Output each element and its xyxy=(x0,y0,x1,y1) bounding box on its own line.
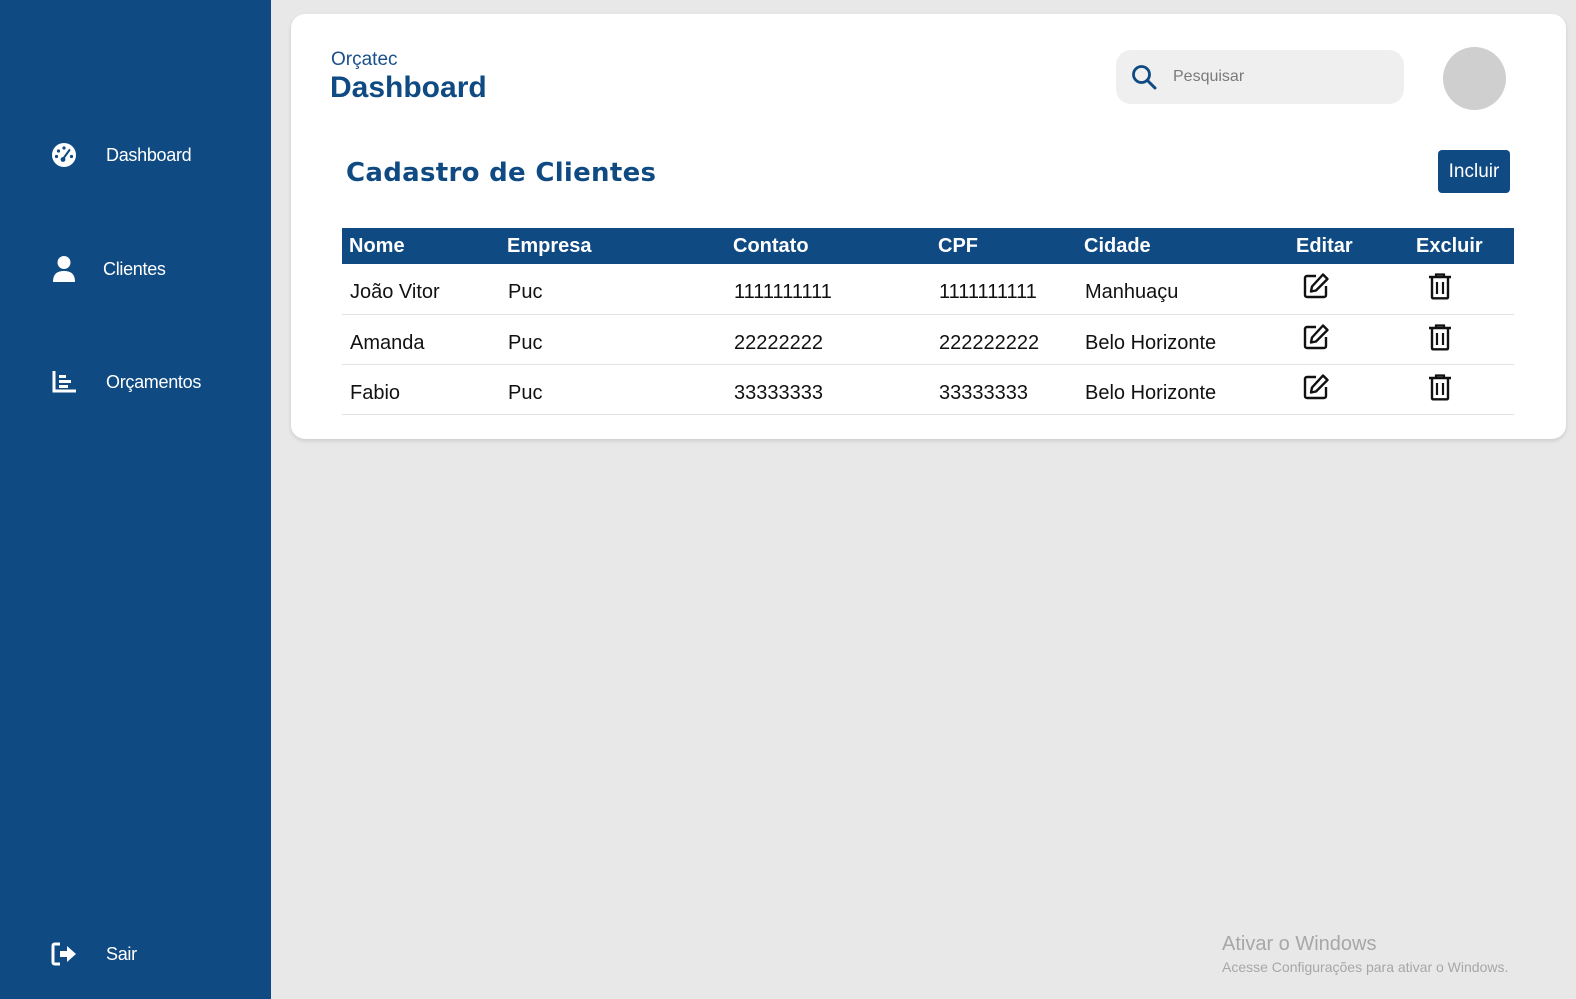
clients-table: Nome Empresa Contato CPF Cidade Editar E… xyxy=(342,228,1514,415)
sign-out-icon xyxy=(50,940,78,968)
cell-excluir xyxy=(1409,264,1514,315)
column-header-excluir: Excluir xyxy=(1416,234,1483,257)
watermark-title: Ativar o Windows xyxy=(1222,933,1377,955)
cell-excluir xyxy=(1409,364,1514,415)
user-icon xyxy=(50,255,78,283)
brand-name: Orçatec xyxy=(331,49,398,70)
sidebar-item-clientes[interactable]: Clientes xyxy=(50,255,166,283)
cell-cpf: 1111111111 xyxy=(931,264,1077,315)
cell-cidade: Manhuaçu xyxy=(1077,264,1289,315)
cell-contato: 1111111111 xyxy=(726,264,931,315)
cell-nome: Fabio xyxy=(342,364,500,415)
column-header-cpf: CPF xyxy=(938,234,978,257)
cell-contato: 33333333 xyxy=(726,364,931,415)
bar-chart-icon xyxy=(50,368,78,396)
cell-empresa: Puc xyxy=(500,364,726,415)
watermark-subtitle: Acesse Configurações para ativar o Windo… xyxy=(1222,959,1509,975)
sidebar-item-label: Clientes xyxy=(103,258,166,279)
main-card: Orçatec Dashboard Cadastro de Clientes I… xyxy=(291,14,1566,439)
page-title: Dashboard xyxy=(330,71,487,104)
edit-icon[interactable] xyxy=(1301,322,1331,352)
section-title: Cadastro de Clientes xyxy=(346,158,657,188)
search-input[interactable] xyxy=(1173,68,1383,86)
sidebar-item-dashboard[interactable]: Dashboard xyxy=(50,141,192,169)
trash-icon[interactable] xyxy=(1425,322,1455,352)
trash-icon[interactable] xyxy=(1425,271,1455,301)
table-row: João Vitor Puc 1111111111 1111111111 Man… xyxy=(342,264,1514,315)
column-header-empresa: Empresa xyxy=(507,234,592,257)
sidebar-item-label: Sair xyxy=(106,943,137,964)
trash-icon[interactable] xyxy=(1425,372,1455,402)
cell-contato: 22222222 xyxy=(726,314,931,365)
sidebar-item-label: Dashboard xyxy=(106,144,192,165)
edit-icon[interactable] xyxy=(1301,271,1331,301)
cell-cpf: 222222222 xyxy=(931,314,1077,365)
column-header-cidade: Cidade xyxy=(1084,234,1151,257)
table-row: Fabio Puc 33333333 33333333 Belo Horizon… xyxy=(342,364,1514,415)
edit-icon[interactable] xyxy=(1301,372,1331,402)
cell-editar xyxy=(1289,364,1409,415)
add-client-button[interactable]: Incluir xyxy=(1438,150,1510,193)
column-header-editar: Editar xyxy=(1296,234,1353,257)
cell-editar xyxy=(1289,314,1409,365)
sidebar-item-orcamentos[interactable]: Orçamentos xyxy=(50,368,201,396)
cell-nome: Amanda xyxy=(342,314,500,365)
table-row: Amanda Puc 22222222 222222222 Belo Horiz… xyxy=(342,314,1514,365)
logout-button[interactable]: Sair xyxy=(50,940,137,968)
gauge-icon xyxy=(50,141,78,169)
cell-editar xyxy=(1289,264,1409,315)
cell-cidade: Belo Horizonte xyxy=(1077,314,1289,365)
search-icon[interactable] xyxy=(1129,62,1159,92)
cell-cidade: Belo Horizonte xyxy=(1077,364,1289,415)
sidebar-item-label: Orçamentos xyxy=(106,371,202,392)
column-header-nome: Nome xyxy=(349,234,405,257)
avatar[interactable] xyxy=(1443,47,1506,110)
cell-cpf: 33333333 xyxy=(931,364,1077,415)
sidebar: Dashboard Clientes Orçamentos Sair xyxy=(0,0,271,999)
table-header-row: Nome Empresa Contato CPF Cidade Editar E… xyxy=(342,228,1514,264)
cell-empresa: Puc xyxy=(500,264,726,315)
cell-empresa: Puc xyxy=(500,314,726,365)
cell-nome: João Vitor xyxy=(342,264,500,315)
cell-excluir xyxy=(1409,314,1514,365)
column-header-contato: Contato xyxy=(733,234,809,257)
search-box xyxy=(1116,50,1404,104)
windows-activation-watermark: Ativar o Windows Acesse Configurações pa… xyxy=(1222,933,1508,975)
